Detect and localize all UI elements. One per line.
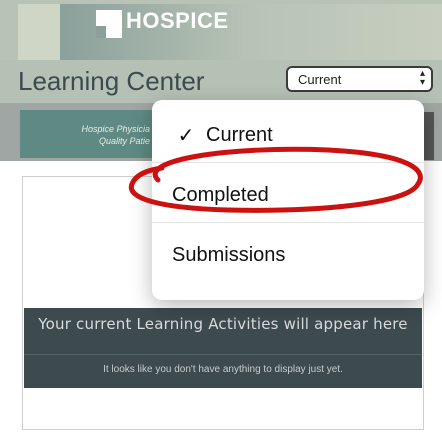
scrollbar[interactable] xyxy=(424,112,434,160)
menu-divider xyxy=(152,162,424,163)
empty-state-message: It looks like you don't have anything to… xyxy=(103,364,343,375)
menu-item-submissions[interactable]: Submissions xyxy=(152,230,424,280)
hospice-logo-icon xyxy=(96,10,122,38)
menu-divider xyxy=(152,222,424,223)
status-dropdown-menu: ✓ Current Completed Submissions xyxy=(152,100,424,300)
divider xyxy=(24,354,422,355)
empty-state-heading: Your current Learning Activities will ap… xyxy=(38,315,408,333)
menu-item-label: Completed xyxy=(172,183,269,206)
checkmark-icon: ✓ xyxy=(177,124,195,147)
page-title: Learning Center xyxy=(18,66,205,96)
menu-item-label: Submissions xyxy=(172,243,286,266)
menu-item-current[interactable]: ✓ Current xyxy=(152,110,424,160)
status-select-value: Current xyxy=(298,72,342,87)
chevron-updown-icon: ▴ ▾ xyxy=(419,68,425,88)
thumbnail-subtitle: Quality Patie xyxy=(98,136,150,146)
brand-name: HOSPICE xyxy=(126,8,229,33)
activity-thumbnail[interactable]: Hospice Physicia Quality Patie xyxy=(20,110,160,158)
thumbnail-title: Hospice Physicia xyxy=(81,124,150,134)
status-select[interactable]: Current ▴ ▾ xyxy=(286,66,433,92)
menu-item-label: Current xyxy=(206,123,273,146)
menu-item-completed[interactable]: Completed xyxy=(152,170,424,220)
